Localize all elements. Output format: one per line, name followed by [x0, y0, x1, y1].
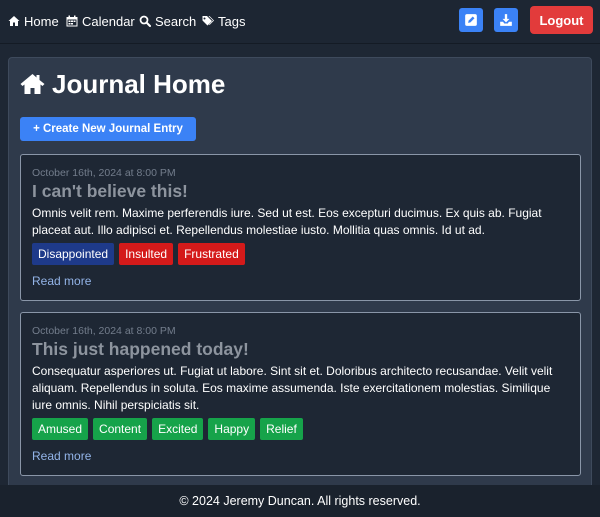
- tag-content[interactable]: Content: [93, 418, 148, 440]
- nav-calendar-label: Calendar: [82, 13, 135, 29]
- nav-home-link[interactable]: Home: [8, 12, 59, 30]
- tag-insulted[interactable]: Insulted: [119, 243, 174, 265]
- home-icon: [20, 74, 45, 94]
- read-more-link[interactable]: Read more: [32, 449, 91, 463]
- new-entry-icon-button[interactable]: [459, 8, 483, 32]
- tag-happy[interactable]: Happy: [208, 418, 256, 440]
- nav-search-label: Search: [155, 13, 197, 29]
- entry-title[interactable]: This just happened today!: [32, 339, 249, 360]
- footer-copyright: © 2024 Jeremy Duncan. All rights reserve…: [179, 494, 421, 508]
- create-entry-button[interactable]: + Create New Journal Entry: [20, 117, 196, 141]
- footer: © 2024 Jeremy Duncan. All rights reserve…: [0, 485, 600, 517]
- nav-tags-link[interactable]: Tags: [202, 12, 245, 30]
- calendar-icon: [66, 15, 78, 27]
- read-more-link[interactable]: Read more: [32, 274, 91, 288]
- download-button[interactable]: [494, 8, 518, 32]
- entry-date: October 16th, 2024 at 8:00 PM: [32, 325, 176, 337]
- logout-button[interactable]: Logout: [530, 6, 593, 34]
- home-icon: [8, 16, 20, 26]
- nav-search-link[interactable]: Search: [139, 12, 196, 30]
- page-title-text: Journal Home: [52, 68, 226, 99]
- nav-home-label: Home: [24, 13, 59, 29]
- entry-tags: Amused Content Excited Happy Relief: [32, 418, 303, 440]
- tag-disappointed[interactable]: Disappointed: [32, 243, 115, 265]
- edit-icon: [465, 14, 477, 26]
- tags-icon: [202, 16, 214, 26]
- navbar: Home Calendar Search Tags Logout: [0, 0, 600, 44]
- nav-tags-label: Tags: [218, 13, 246, 29]
- journal-entry-card: October 16th, 2024 at 8:00 PM This just …: [20, 312, 581, 476]
- entry-title[interactable]: I can't believe this!: [32, 181, 188, 202]
- entry-body: Consequatur asperiores ut. Fugiat ut lab…: [32, 364, 553, 412]
- nav-calendar-link[interactable]: Calendar: [66, 12, 135, 30]
- journal-entry-card: October 16th, 2024 at 8:00 PM I can't be…: [20, 154, 581, 301]
- entry-tags: Disappointed Insulted Frustrated: [32, 243, 245, 265]
- download-icon: [500, 14, 512, 26]
- page-title: Journal Home: [20, 68, 225, 100]
- entry-date: October 16th, 2024 at 8:00 PM: [32, 167, 176, 179]
- search-icon: [139, 15, 151, 27]
- journal-panel: Journal Home + Create New Journal Entry …: [8, 57, 592, 497]
- tag-frustrated[interactable]: Frustrated: [178, 243, 245, 265]
- entry-body: Omnis velit rem. Maxime perferendis iure…: [32, 206, 542, 237]
- tag-relief[interactable]: Relief: [260, 418, 303, 440]
- tag-excited[interactable]: Excited: [152, 418, 204, 440]
- tag-amused[interactable]: Amused: [32, 418, 89, 440]
